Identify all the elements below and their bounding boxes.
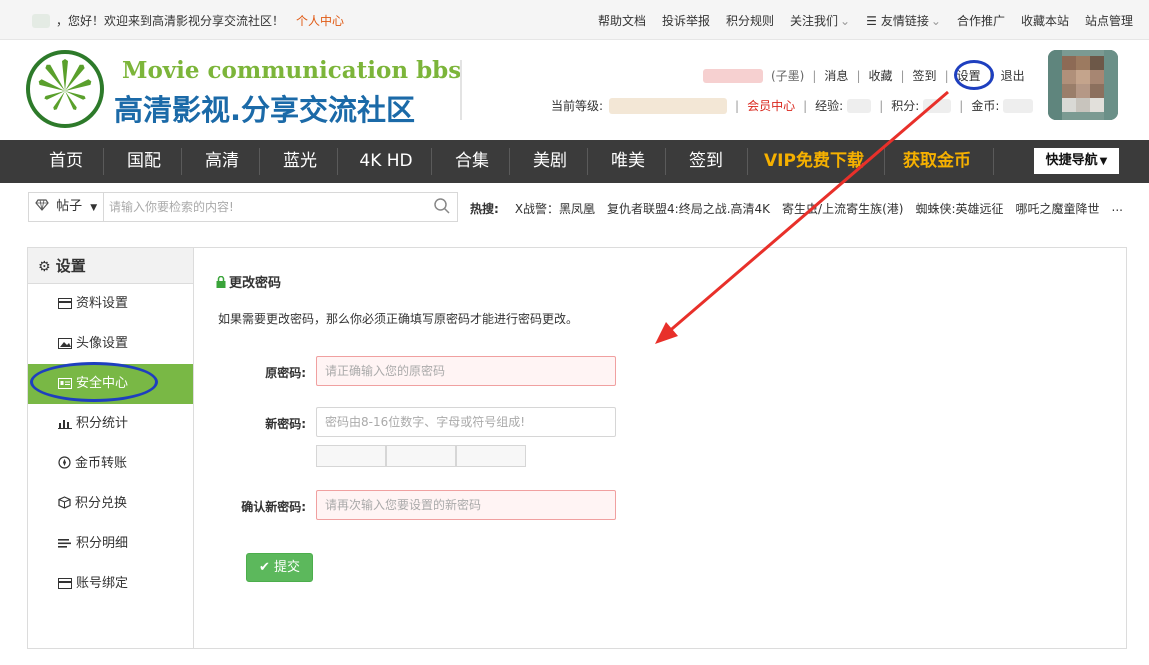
annotation-arrow: [655, 90, 949, 344]
